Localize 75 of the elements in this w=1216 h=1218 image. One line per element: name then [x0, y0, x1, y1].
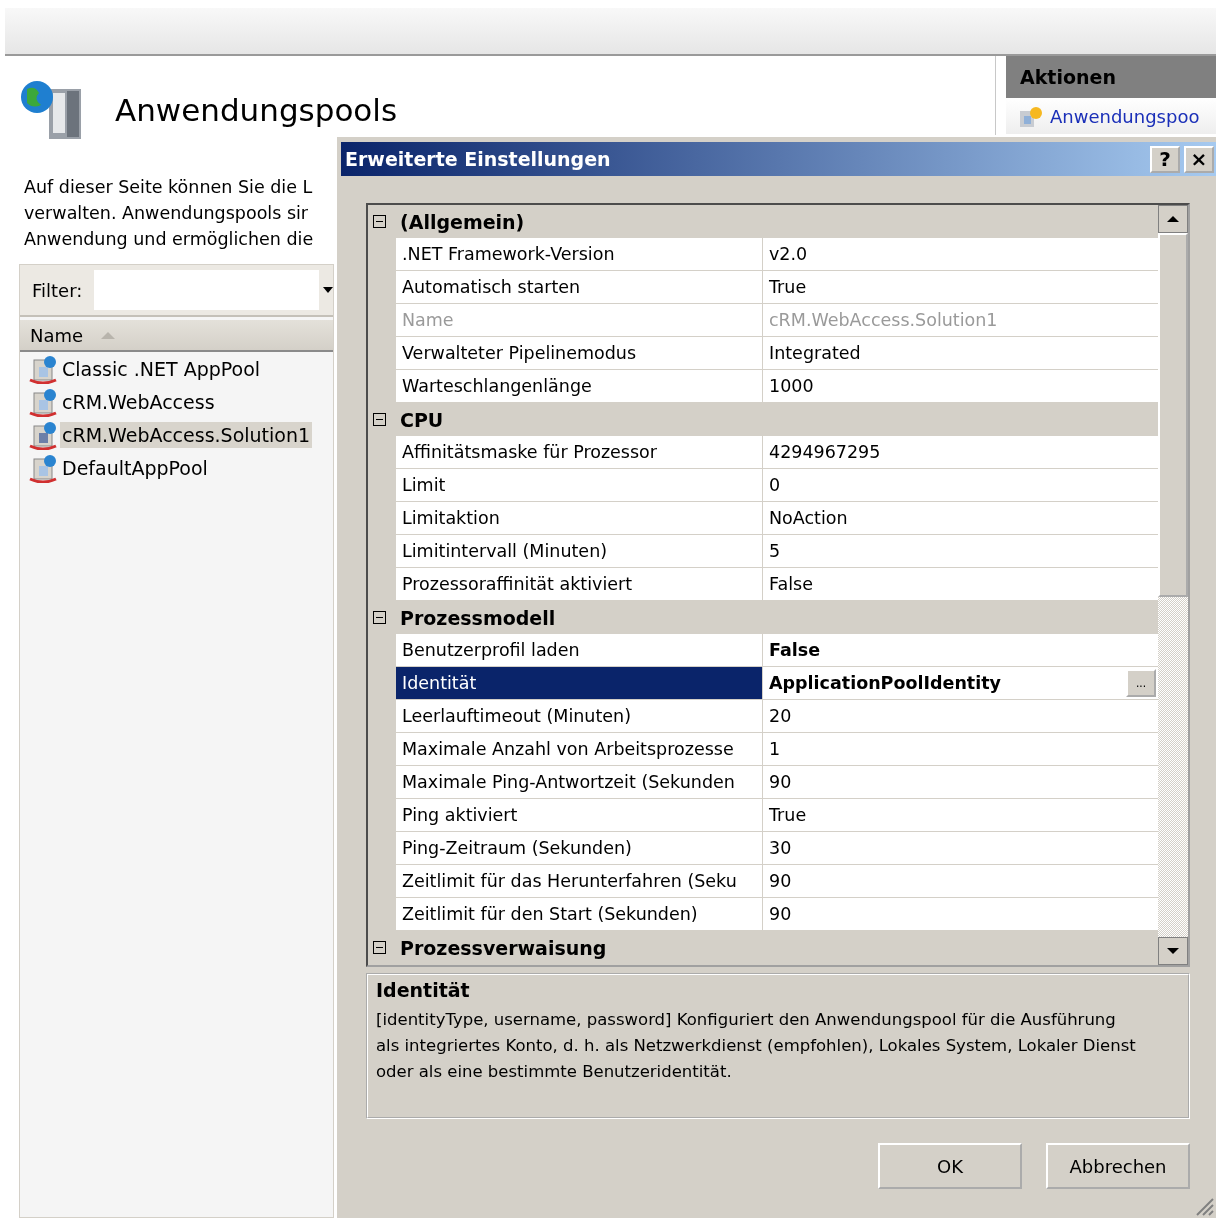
property-name[interactable]: Zeitlimit für den Start (Sekunden): [396, 898, 763, 930]
property-name[interactable]: Warteschlangenlänge: [396, 370, 763, 402]
property-value[interactable]: 1: [763, 733, 1158, 765]
property-value[interactable]: Integrated: [763, 337, 1158, 369]
property-name[interactable]: Limit: [396, 469, 763, 501]
property-name[interactable]: Limitintervall (Minuten): [396, 535, 763, 567]
app-pool-icon: [28, 386, 58, 417]
property-value[interactable]: 90: [763, 865, 1158, 897]
category-label: Prozessverwaisung: [400, 936, 607, 959]
app-pool-add-icon: [1018, 105, 1044, 127]
description-text: verwalten. Anwendungspools sir: [24, 202, 309, 225]
property-name[interactable]: Ping aktiviert: [396, 799, 763, 831]
column-header[interactable]: Name: [20, 320, 333, 352]
help-button[interactable]: ?: [1150, 145, 1180, 173]
app-pool-icon: [28, 452, 58, 483]
scroll-down-icon[interactable]: [1158, 937, 1188, 965]
page-title: Anwendungspools: [115, 92, 398, 128]
description-text: Auf dieser Seite können Sie die L: [24, 176, 313, 199]
collapse-icon[interactable]: [373, 611, 386, 624]
description-text: Anwendung und ermöglichen die: [24, 228, 314, 251]
collapse-icon[interactable]: [373, 941, 386, 954]
property-value[interactable]: False: [763, 568, 1158, 600]
property-value[interactable]: 0: [763, 469, 1158, 501]
browse-button[interactable]: ...: [1126, 669, 1156, 697]
collapse-icon[interactable]: [373, 215, 386, 228]
app-pool-item[interactable]: cRM.WebAccess: [60, 388, 217, 415]
filter-field[interactable]: [94, 270, 319, 310]
property-name[interactable]: Ping-Zeitraum (Sekunden): [396, 832, 763, 864]
cancel-button[interactable]: Abbrechen: [1046, 1143, 1190, 1189]
property-value[interactable]: 5: [763, 535, 1158, 567]
property-name[interactable]: Zeitlimit für das Herunterfahren (Seku: [396, 865, 763, 897]
property-value[interactable]: 30: [763, 832, 1158, 864]
action-link[interactable]: Anwendungspoo: [1050, 105, 1200, 127]
property-name[interactable]: Prozessoraffinität aktiviert: [396, 568, 763, 600]
property-name[interactable]: Leerlauftimeout (Minuten): [396, 700, 763, 732]
sort-ascending-icon: [101, 331, 116, 339]
app-pool-item[interactable]: DefaultAppPool: [60, 454, 210, 481]
description-title: Identität: [376, 979, 471, 1001]
property-value[interactable]: False: [763, 634, 1158, 666]
property-name[interactable]: Automatisch starten: [396, 271, 763, 303]
filter-label: Filter:: [31, 279, 84, 301]
property-value[interactable]: NoAction: [763, 502, 1158, 534]
app-pool-item[interactable]: Classic .NET AppPool: [60, 355, 263, 382]
actions-header: Aktionen: [1006, 56, 1216, 98]
ok-button[interactable]: OK: [878, 1143, 1022, 1189]
app-pool-item[interactable]: cRM.WebAccess.Solution1: [60, 421, 313, 448]
property-name[interactable]: Verwalteter Pipelinemodus: [396, 337, 763, 369]
scrollbar-thumb[interactable]: [1158, 233, 1188, 597]
property-name[interactable]: Maximale Anzahl von Arbeitsprozesse: [396, 733, 763, 765]
scroll-up-icon[interactable]: [1158, 205, 1188, 233]
property-name[interactable]: Benutzerprofil laden: [396, 634, 763, 666]
property-value[interactable]: 90: [763, 766, 1158, 798]
property-value[interactable]: 4294967295: [763, 436, 1158, 468]
description-text: [identityType, username, password] Konfiguriert den Anwendungspool für die Ausführung als integriertes Konto, d. h. als Netzwerkdienst (empfohlen), Lokales System, Lokaler Dienst oder als eine bestimmte Benutzeridentität.: [376, 1009, 1136, 1083]
property-name[interactable]: .NET Framework-Version: [396, 238, 763, 270]
property-name[interactable]: Limitaktion: [396, 502, 763, 534]
property-name[interactable]: Maximale Ping-Antwortzeit (Sekunden: [396, 766, 763, 798]
property-value[interactable]: 20: [763, 700, 1158, 732]
app-pool-icon: [28, 419, 58, 450]
dialog-title: Erweiterte Einstellungen: [345, 148, 612, 170]
property-value[interactable]: True: [763, 271, 1158, 303]
property-name[interactable]: Affinitätsmaske für Prozessor: [396, 436, 763, 468]
property-value[interactable]: True: [763, 799, 1158, 831]
close-button[interactable]: ×: [1184, 145, 1214, 173]
category-label: (Allgemein): [400, 210, 525, 233]
category-label: CPU: [400, 408, 444, 431]
collapse-icon[interactable]: [373, 413, 386, 426]
category-label: Prozessmodell: [400, 606, 556, 629]
property-value[interactable]: v2.0: [763, 238, 1158, 270]
app-pool-icon: [28, 353, 58, 384]
caret-icon[interactable]: [323, 287, 333, 293]
property-value[interactable]: 90: [763, 898, 1158, 930]
property-value[interactable]: ApplicationPoolIdentity ...: [763, 667, 1158, 699]
property-name[interactable]: Identität: [396, 667, 763, 699]
property-value[interactable]: 1000: [763, 370, 1158, 402]
